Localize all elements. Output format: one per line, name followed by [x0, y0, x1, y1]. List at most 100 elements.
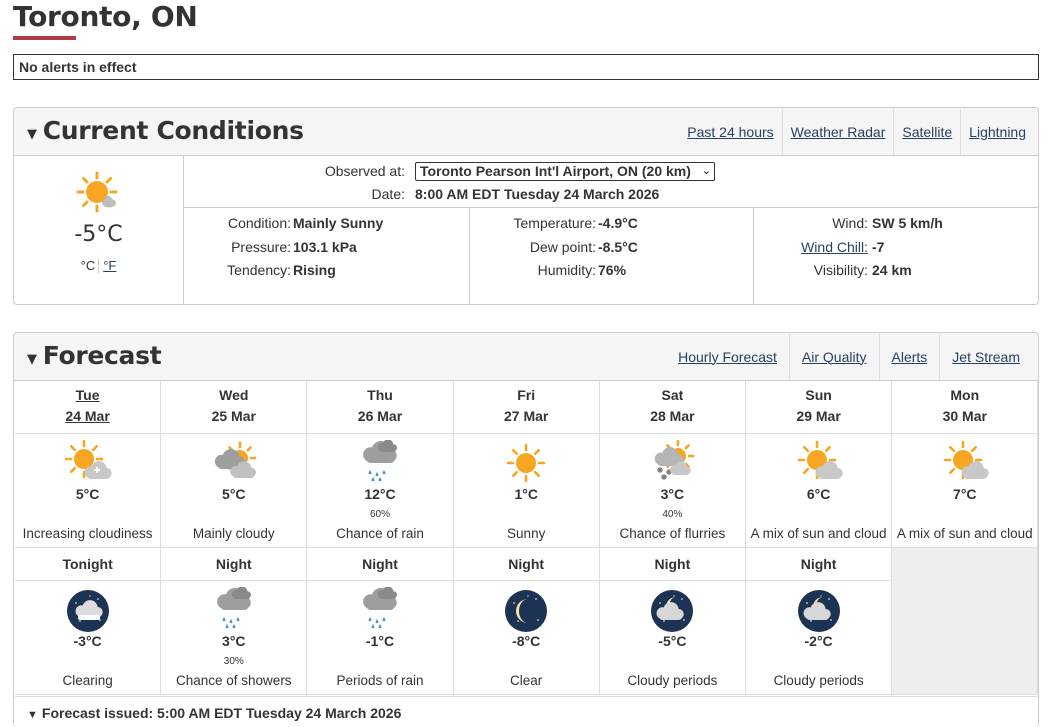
day-high-temp: 12°C — [364, 486, 396, 502]
day-date: 29 Mar — [796, 408, 841, 424]
forecast-issued[interactable]: ▼ Forecast issued: 5:00 AM EDT Tuesday 24… — [15, 696, 1037, 726]
forecast-day-header[interactable]: Wed 25 Mar — [161, 381, 308, 434]
night-name: Night — [800, 556, 837, 572]
sun-cloud-icon — [943, 440, 989, 480]
forecast-icon-wrap — [15, 440, 160, 488]
day-date: 25 Mar — [211, 408, 256, 424]
condition-label: Condition: — [227, 215, 291, 231]
forecast-night-header: Tonight — [15, 548, 162, 581]
night-summary: Clearing — [62, 673, 113, 688]
link-divider — [878, 333, 880, 380]
precip-chance: 60% — [369, 509, 390, 520]
forecast-icon-wrap — [15, 587, 160, 635]
current-conditions-title[interactable]: ▼ Current Conditions — [27, 116, 304, 151]
forecast-day-cell: 12°C 60% Chance of rain — [307, 434, 454, 548]
pressure-value: 103.1 kPa — [293, 239, 357, 255]
day-date: 26 Mar — [357, 408, 403, 424]
precip-chance: 40% — [662, 509, 683, 520]
current-links: Past 24 hours Weather Radar Satellite Li… — [679, 108, 1034, 155]
chevron-down-icon: ⌄ — [701, 165, 711, 177]
current-temperature: -5°C — [74, 222, 123, 247]
day-high-temp: 1°C — [514, 486, 538, 502]
day-summary: Mainly cloudy — [192, 526, 275, 541]
forecast-icon-wrap — [307, 440, 452, 488]
wind-chill-link[interactable]: Wind Chill: — [801, 239, 868, 255]
link-jet-stream[interactable]: Jet Stream — [944, 345, 1028, 369]
night-summary: Chance of showers — [176, 673, 292, 688]
conditions-column-3: Wind: SW 5 km/h Wind Chill: -7 Visibility:… — [753, 208, 1038, 304]
pressure-label: Pressure: — [231, 239, 291, 255]
sun-cloud-icon — [797, 440, 843, 480]
forecast-day-header[interactable]: Mon 30 Mar — [892, 381, 1039, 434]
sunny-icon — [76, 171, 118, 213]
link-hourly-forecast[interactable]: Hourly Forecast — [670, 345, 785, 369]
date-label: Date: — [371, 186, 405, 202]
night-summary: Cloudy periods — [773, 673, 864, 688]
night-summary: Periods of rain — [336, 673, 424, 688]
title-underline — [13, 36, 76, 40]
forecast-day-header[interactable]: Fri 27 Mar — [453, 381, 600, 434]
forecast-icon-wrap — [307, 587, 452, 635]
forecast-icon-wrap — [746, 440, 891, 488]
mainly-cloudy-icon — [214, 441, 257, 478]
forecast-title-text: Forecast — [42, 341, 162, 370]
forecast-day-header[interactable]: Sun 29 Mar — [746, 381, 893, 434]
day-date: 28 Mar — [650, 408, 695, 424]
current-conditions-panel: ▼ Current Conditions Past 24 hours Weathe… — [13, 107, 1039, 305]
forecast-title[interactable]: ▼ Forecast — [27, 341, 162, 376]
current-summary: -5°C °C °F — [14, 156, 184, 304]
forecast-night-header: Night — [599, 548, 746, 581]
forecast-night-cell: -2°C Cloudy periods — [746, 581, 893, 695]
forecast-icon-wrap — [892, 440, 1037, 488]
rain-icon — [363, 440, 397, 482]
forecast-header: ▼ Forecast Hourly Forecast Air Quality Al… — [14, 333, 1038, 381]
forecast-day-cell: 5°C Mainly cloudy — [161, 434, 308, 548]
night-name: Night — [654, 556, 691, 572]
forecast-day-header[interactable]: Thu 26 Mar — [307, 381, 454, 434]
day-summary: Sunny — [507, 526, 546, 541]
link-lightning[interactable]: Lightning — [961, 120, 1034, 144]
forecast-day-cell: 5°C Increasing cloudiness — [15, 434, 162, 548]
link-divider — [788, 333, 790, 380]
night-name: Night — [215, 556, 252, 572]
forecast-night-cell: -8°C Clear — [453, 581, 600, 695]
day-date: 30 Mar — [942, 408, 987, 424]
day-high-temp: 5°C — [75, 486, 100, 502]
wind-chill-value: -7 — [872, 239, 885, 255]
forecast-day-header[interactable]: Sat 28 Mar — [599, 381, 746, 434]
forecast-icon-wrap — [161, 587, 306, 635]
alert-banner: No alerts in effect — [13, 54, 1039, 80]
day-high-temp: 6°C — [806, 486, 831, 502]
night-name: Night — [362, 556, 398, 572]
night-summary: Clear — [510, 673, 543, 688]
day-name: Sat — [661, 387, 684, 403]
link-alerts[interactable]: Alerts — [884, 345, 936, 369]
link-past-24-hours[interactable]: Past 24 hours — [679, 120, 781, 144]
current-conditions-header: ▼ Current Conditions Past 24 hours Weathe… — [14, 108, 1038, 156]
expand-caret-icon: ▼ — [27, 709, 38, 721]
observation-info: Observed at: Toronto Pearson Int'l Airpo… — [184, 156, 1038, 208]
flurries-icon — [655, 440, 695, 480]
day-name: Sun — [805, 387, 832, 403]
link-weather-radar[interactable]: Weather Radar — [783, 120, 894, 144]
forecast-icon-wrap — [600, 587, 745, 635]
visibility-value: 24 km — [872, 262, 912, 278]
forecast-icon-wrap — [161, 440, 306, 488]
night-low-temp: -5°C — [658, 633, 687, 649]
forecast-night-header: Night — [307, 548, 454, 581]
precip-chance: 30% — [223, 656, 244, 667]
clear-night-icon — [505, 590, 548, 632]
wind-label: Wind: — [832, 215, 868, 231]
link-air-quality[interactable]: Air Quality — [794, 345, 875, 369]
station-select[interactable]: Toronto Pearson Int'l Airport, ON (20 km… — [415, 162, 715, 181]
collapse-caret-icon[interactable]: ▼ — [27, 352, 37, 367]
day-name: Tue — [75, 387, 100, 403]
forecast-issued-text: Forecast issued: 5:00 AM EDT Tuesday 24 … — [41, 705, 402, 721]
collapse-caret-icon[interactable]: ▼ — [27, 127, 37, 142]
fahrenheit-link[interactable]: °F — [98, 258, 117, 273]
conditions-column-2: Temperature: -4.9°C Dew point: -8.5°C Humi… — [469, 208, 753, 304]
forecast-day-header[interactable]: Tue 24 Mar — [15, 381, 162, 434]
current-conditions-title-text: Current Conditions — [42, 116, 304, 145]
day-name: Mon — [950, 387, 980, 403]
link-satellite[interactable]: Satellite — [894, 120, 960, 144]
